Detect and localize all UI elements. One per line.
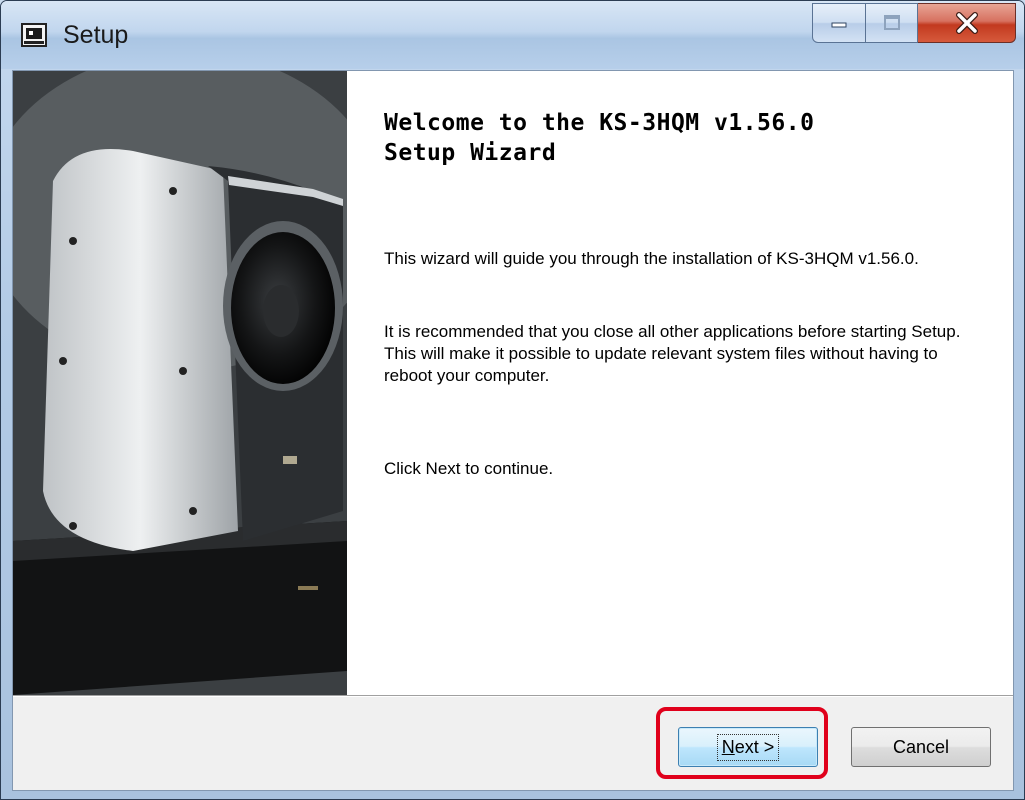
minimize-button[interactable] xyxy=(812,3,866,43)
setup-app-icon xyxy=(21,23,47,47)
welcome-panel: Welcome to the KS-3HQM v1.56.0 Setup Wiz… xyxy=(347,71,1013,695)
close-button[interactable] xyxy=(918,3,1016,43)
title-bar[interactable]: Setup xyxy=(1,1,1024,69)
next-button-label: Next > xyxy=(716,733,780,761)
close-icon xyxy=(955,12,978,34)
speaker-banner-image xyxy=(13,71,347,695)
footer-divider xyxy=(13,695,1013,697)
caption-buttons xyxy=(812,3,1016,43)
window-title: Setup xyxy=(63,21,129,49)
maximize-icon xyxy=(883,15,900,30)
maximize-button[interactable] xyxy=(866,3,918,43)
setup-window: Setup Welcome to the KS-3HQM v1.56.0 Set… xyxy=(0,0,1025,800)
next-label-rest: ext > xyxy=(734,736,775,757)
continue-instruction: Click Next to continue. xyxy=(384,459,554,478)
wizard-client-area: Welcome to the KS-3HQM v1.56.0 Setup Wiz… xyxy=(12,70,1014,791)
welcome-heading: Welcome to the KS-3HQM v1.56.0 Setup Wiz… xyxy=(384,108,984,168)
cancel-button[interactable]: Cancel xyxy=(851,727,991,767)
recommendation-paragraph: It is recommended that you close all oth… xyxy=(384,322,961,385)
heading-line-2: Setup Wizard xyxy=(384,140,557,166)
intro-paragraph: This wizard will guide you through the i… xyxy=(384,249,919,268)
next-mnemonic: N xyxy=(721,736,735,757)
speaker-illustration xyxy=(13,71,347,695)
minimize-icon xyxy=(831,22,847,28)
heading-line-1: Welcome to the KS-3HQM v1.56.0 xyxy=(384,110,815,136)
next-button[interactable]: Next > xyxy=(678,727,818,767)
